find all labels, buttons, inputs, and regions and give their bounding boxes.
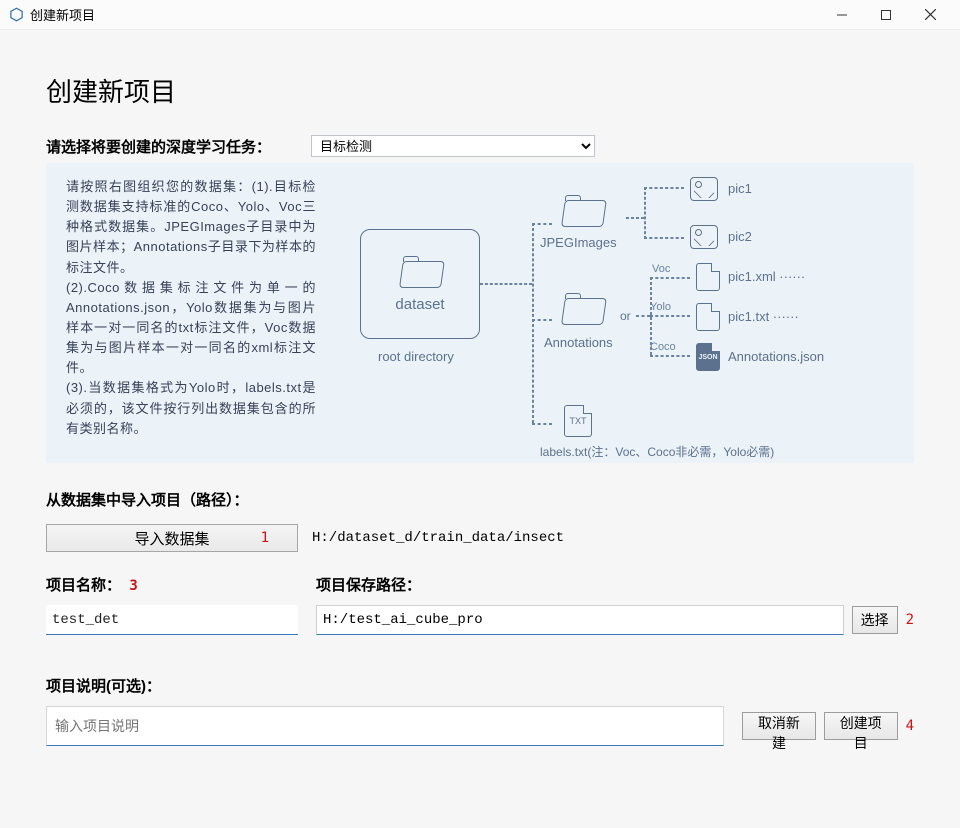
diagram-pic1: pic1 xyxy=(728,181,752,196)
import-section-label: 从数据集中导入项目（路径）： xyxy=(46,489,914,510)
json-file-icon: JSON xyxy=(696,343,720,371)
save-path-input[interactable] xyxy=(316,605,844,635)
marker-4: 4 xyxy=(906,718,914,734)
info-text: 请按照右图组织您的数据集：(1).目标检测数据集支持标准的Coco、Yolo、V… xyxy=(66,177,316,453)
window-title: 创建新项目 xyxy=(30,5,95,24)
page-title: 创建新项目 xyxy=(46,72,914,109)
description-input[interactable] xyxy=(46,706,724,746)
diagram-coco: Coco xyxy=(650,341,676,353)
folder-icon xyxy=(399,256,441,288)
app-icon xyxy=(8,7,24,23)
diagram-pic2: pic2 xyxy=(728,229,752,244)
save-path-label: 项目保存路径： xyxy=(316,574,914,595)
diagram-root-sub: root directory xyxy=(378,349,454,364)
diagram-yolo: Yolo xyxy=(650,301,671,313)
marker-2: 2 xyxy=(906,612,914,628)
create-project-button[interactable]: 创建项目 xyxy=(824,712,898,740)
maximize-button[interactable] xyxy=(864,0,908,30)
diagram-or: or xyxy=(620,309,631,323)
minimize-button[interactable] xyxy=(820,0,864,30)
diagram-ann-label: Annotations xyxy=(544,335,613,350)
file-icon xyxy=(696,303,720,331)
txt-file-icon: TXT xyxy=(564,405,592,437)
window-controls xyxy=(820,0,952,30)
diagram-labels-note: labels.txt(注：Voc、Coco非必需，Yolo必需) xyxy=(540,443,774,460)
diagram-pic1txt: pic1.txt ······ xyxy=(728,309,799,324)
project-name-input[interactable] xyxy=(46,605,298,635)
import-dataset-button[interactable]: 导入数据集 1 xyxy=(46,524,298,552)
diagram-voc: Voc xyxy=(652,263,670,275)
image-icon xyxy=(690,177,718,201)
task-type-select[interactable]: 目标检测 xyxy=(311,135,595,157)
folder-icon xyxy=(561,195,603,227)
dataset-diagram: dataset root directory JPEGImages pic1 xyxy=(334,177,896,453)
diagram-root-label: dataset xyxy=(395,296,444,313)
info-panel: 请按照右图组织您的数据集：(1).目标检测数据集支持标准的Coco、Yolo、V… xyxy=(46,163,914,463)
titlebar: 创建新项目 xyxy=(0,0,960,30)
diagram-annjson: Annotations.json xyxy=(728,349,824,364)
cancel-button[interactable]: 取消新建 xyxy=(742,712,816,740)
file-icon xyxy=(696,263,720,291)
import-path-value: H:/dataset_d/train_data/insect xyxy=(312,530,564,546)
project-name-label: 项目名称： xyxy=(46,577,121,594)
image-icon xyxy=(690,225,718,249)
task-label: 请选择将要创建的深度学习任务： xyxy=(46,136,271,157)
marker-1: 1 xyxy=(261,530,269,546)
folder-icon xyxy=(561,293,603,325)
marker-3: 3 xyxy=(129,578,137,594)
close-button[interactable] xyxy=(908,0,952,30)
diagram-pic1xml: pic1.xml ······ xyxy=(728,269,805,284)
description-label: 项目说明(可选)： xyxy=(46,675,914,696)
diagram-jpeg-label: JPEGImages xyxy=(540,235,617,250)
browse-save-path-button[interactable]: 选择 xyxy=(852,606,898,634)
